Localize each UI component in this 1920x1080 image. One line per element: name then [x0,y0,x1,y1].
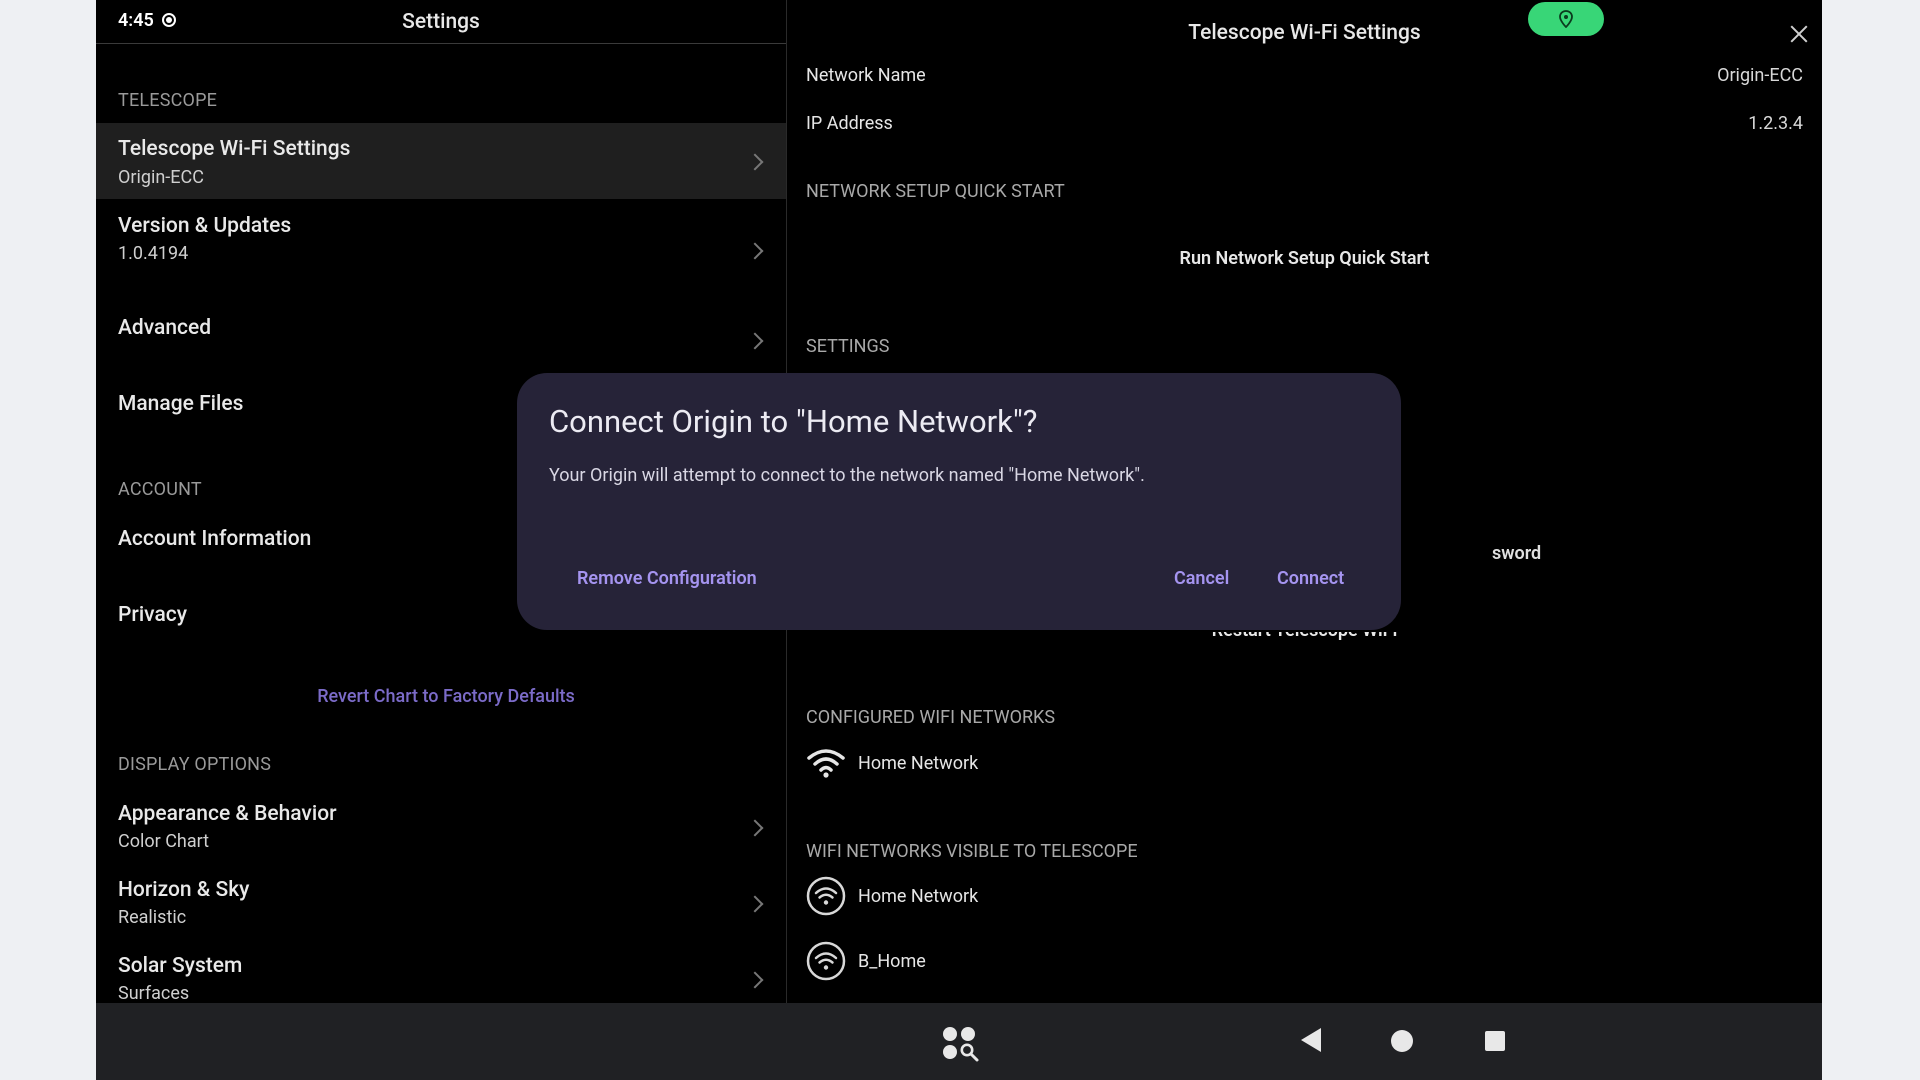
connect-dialog: Connect Origin to "Home Network"? Your O… [517,373,1401,630]
system-navigation-bar [96,1003,1822,1080]
home-icon[interactable] [1391,1030,1413,1052]
dialog-title: Connect Origin to "Home Network"? [549,403,1038,440]
recents-icon[interactable] [1485,1031,1505,1051]
app-search-icon[interactable] [941,1025,981,1063]
connect-button[interactable]: Connect [1277,568,1344,589]
device-screen: 4:45 Settings TELESCOPE Telescope Wi-Fi … [96,0,1822,1080]
remove-configuration-button[interactable]: Remove Configuration [577,568,757,589]
dialog-message: Your Origin will attempt to connect to t… [549,465,1145,486]
back-icon[interactable] [1301,1028,1321,1052]
cancel-button[interactable]: Cancel [1174,568,1229,589]
